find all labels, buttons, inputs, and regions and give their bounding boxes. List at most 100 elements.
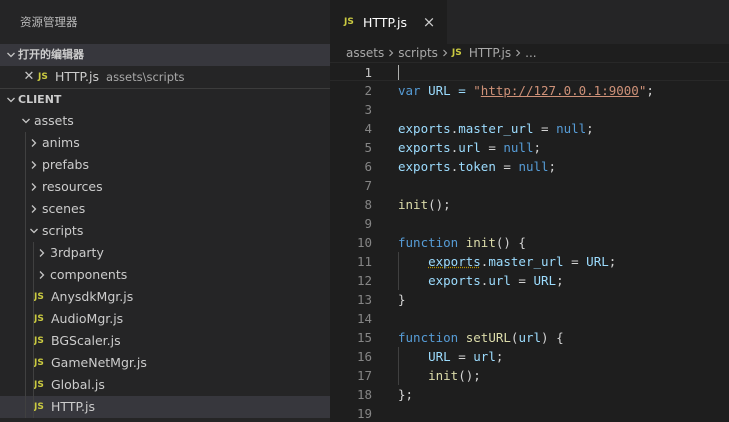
code-line[interactable]: 15 function setURL(url) { (330, 328, 729, 347)
code-token: ; (556, 273, 564, 288)
code-line[interactable]: 1 (330, 62, 729, 81)
editor-group: JS HTTP.js × assets scripts JS HTTP.js .… (330, 0, 729, 422)
tree-folder[interactable]: scenes (0, 198, 330, 220)
code-line[interactable]: 2 var URL = "http://127.0.0.1:9000"; (330, 81, 729, 100)
line-number: 7 (364, 178, 372, 193)
code-line[interactable]: 8 init(); (330, 195, 729, 214)
close-icon[interactable]: ✕ (20, 66, 38, 88)
tree-indent-guide (33, 242, 34, 418)
code-line[interactable]: 7 (330, 176, 729, 195)
code-token: ; (586, 121, 594, 136)
tree-item-label: assets (34, 113, 74, 128)
line-number: 18 (356, 387, 372, 402)
tree-item-label: AudioMgr.js (51, 311, 124, 326)
explorer-title: 资源管理器 (20, 15, 78, 29)
chevron-right-icon (34, 242, 50, 264)
code-line[interactable]: 12 exports.url = URL; (330, 271, 729, 290)
code-text: exports.master_url = URL; (398, 252, 616, 271)
workspace-header[interactable]: CLIENT (0, 88, 330, 110)
code-token: = (450, 349, 474, 364)
tree-item-label: HTTP.js (51, 399, 96, 414)
code-token: url (518, 330, 542, 345)
breadcrumb-symbols[interactable]: ... (525, 44, 536, 62)
code-token: null (556, 121, 587, 136)
chevron-right-icon (26, 132, 42, 154)
code-token: = (563, 254, 587, 269)
tree-folder[interactable]: assets (0, 110, 330, 132)
tree-folder[interactable]: 3rdparty (0, 242, 330, 264)
chevron-down-icon (26, 220, 42, 242)
tree-item-label: scripts (42, 223, 84, 238)
tree-item-label: 3rdparty (50, 245, 104, 260)
tree-file[interactable]: JS AnysdkMgr.js (0, 286, 330, 308)
open-editors-header[interactable]: 打开的编辑器 (0, 44, 330, 66)
code-line[interactable]: 11 exports.master_url = URL; (330, 252, 729, 271)
code-text: var URL = "http://127.0.0.1:9000"; (398, 81, 654, 100)
code-token: null (518, 159, 549, 174)
code-line[interactable]: 3 (330, 100, 729, 119)
line-number: 16 (356, 349, 372, 364)
chevron-down-icon (4, 44, 18, 66)
code-token: URL (428, 349, 451, 364)
js-file-icon: JS (34, 380, 44, 390)
tab-http-js[interactable]: JS HTTP.js × (330, 0, 447, 44)
line-number: 14 (356, 311, 372, 326)
code-text: }; (398, 385, 413, 404)
code-token: master_url (488, 254, 564, 269)
tree-item-label: BGScaler.js (51, 333, 121, 348)
line-number: 4 (364, 121, 372, 136)
close-icon[interactable]: × (419, 12, 439, 32)
code-token: function (398, 330, 459, 345)
code-text: exports.master_url = null; (398, 119, 594, 138)
code-token: init (465, 235, 496, 250)
breadcrumb-assets[interactable]: assets (346, 44, 384, 62)
tree-folder[interactable]: components (0, 264, 330, 286)
tab-label: HTTP.js (363, 14, 408, 30)
code-text: exports.url = null; (398, 138, 541, 157)
tree-file[interactable]: JS HTTP.js (0, 396, 330, 418)
code-token: ; (533, 140, 542, 155)
chevron-right-icon (34, 264, 50, 286)
code-line[interactable]: 13} (330, 290, 729, 309)
code-indent-guide (398, 252, 399, 290)
chevron-down-icon (18, 110, 34, 132)
tree-folder[interactable]: prefabs (0, 154, 330, 176)
tree-file[interactable]: JS AudioMgr.js (0, 308, 330, 330)
code-token: (); (428, 197, 451, 212)
breadcrumb-file[interactable]: HTTP.js (469, 44, 511, 62)
code-line[interactable]: 6 exports.token = null; (330, 157, 729, 176)
code-line[interactable]: 16 URL = url; (330, 347, 729, 366)
code-token: () { (495, 235, 526, 250)
code-line[interactable]: 10 function init() { (330, 233, 729, 252)
code-line[interactable]: 14 (330, 309, 729, 328)
code-line[interactable]: 18}; (330, 385, 729, 404)
js-file-icon: JS (34, 336, 44, 346)
js-file-icon: JS (34, 358, 44, 368)
code-editor[interactable]: 1 2 var URL = "http://127.0.0.1:9000"; 3 4 ex… (330, 62, 729, 422)
chevron-right-icon (26, 176, 42, 198)
tree-file[interactable]: JS GameNetMgr.js (0, 352, 330, 374)
code-line[interactable]: 19 (330, 404, 729, 422)
code-line[interactable]: 9 (330, 214, 729, 233)
tree-file[interactable]: JS BGScaler.js (0, 330, 330, 352)
tree-folder[interactable]: anims (0, 132, 330, 154)
code-line[interactable]: 17 init(); (330, 366, 729, 385)
chevron-right-icon (441, 49, 449, 57)
tree-folder[interactable]: resources (0, 176, 330, 198)
js-file-icon: JS (38, 72, 48, 82)
tree-folder[interactable]: scripts (0, 220, 330, 242)
line-number: 12 (356, 273, 372, 288)
code-token: " (473, 83, 481, 98)
open-editors-label: 打开的编辑器 (18, 48, 84, 61)
open-editor-item[interactable]: ✕ JS HTTP.js assets\scripts (0, 66, 330, 88)
code-token: exports (428, 254, 481, 269)
code-text: function setURL(url) { (398, 328, 564, 347)
chevron-right-icon (26, 198, 42, 220)
tree-file[interactable]: JS Global.js (0, 374, 330, 396)
code-line[interactable]: 4 exports.master_url = null; (330, 119, 729, 138)
code-line[interactable]: 5 exports.url = null; (330, 138, 729, 157)
breadcrumb-scripts[interactable]: scripts (398, 44, 438, 62)
code-token: master_url (458, 121, 534, 136)
